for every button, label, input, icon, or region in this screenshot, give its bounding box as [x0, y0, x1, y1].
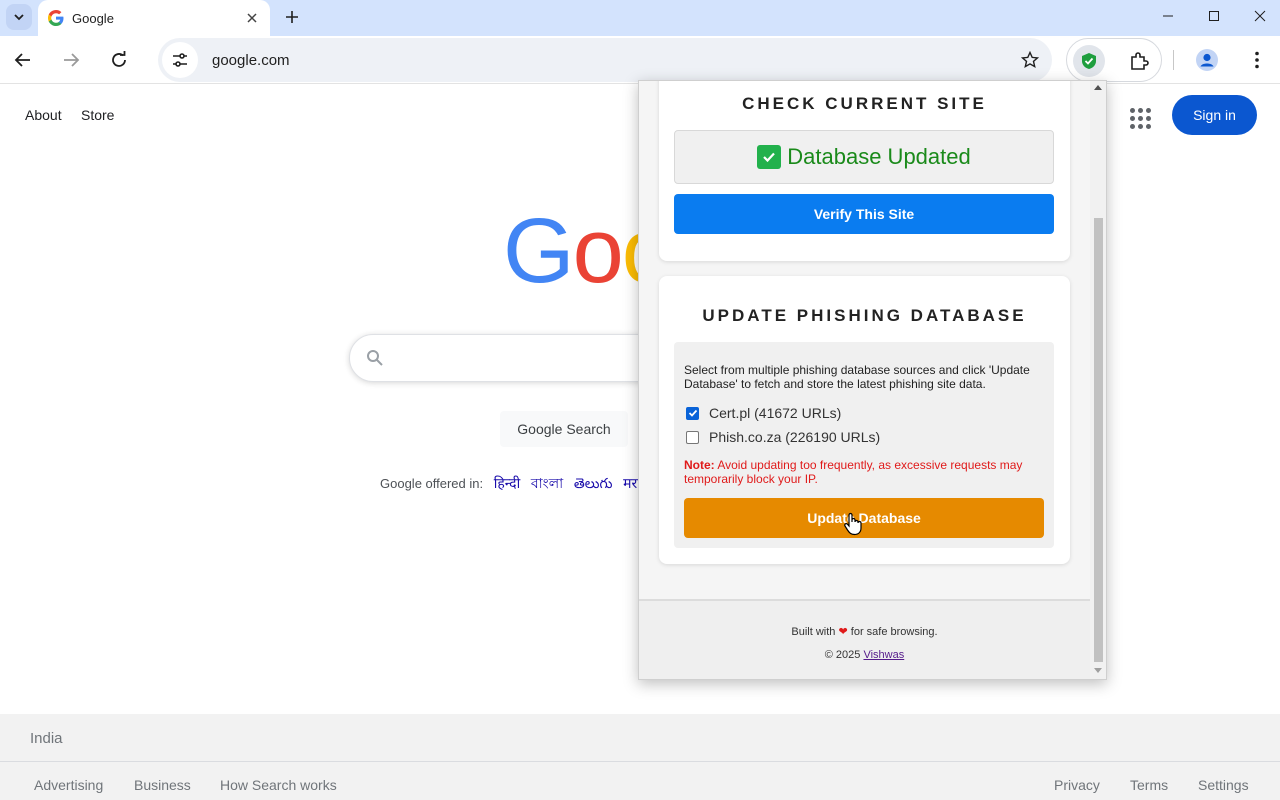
language-offer: Google offered in: हिन्दी বাংলা తెలుగు म…: [380, 472, 641, 496]
browser-menu-button[interactable]: [1241, 44, 1273, 76]
popup-footer: Built with ❤ for safe browsing. © 2025 V…: [639, 599, 1090, 679]
toolbar-divider: [1173, 50, 1174, 70]
extensions-button[interactable]: [1123, 45, 1155, 77]
more-vert-icon: [1255, 51, 1259, 69]
maximize-button[interactable]: [1191, 0, 1237, 32]
forward-button[interactable]: [55, 44, 87, 76]
maximize-icon: [1209, 11, 1219, 21]
browser-toolbar: google.com: [0, 36, 1280, 84]
new-tab-button[interactable]: [280, 5, 304, 29]
how-search-works-link[interactable]: How Search works: [220, 777, 337, 793]
update-database-title: UPDATE PHISHING DATABASE: [702, 306, 1027, 325]
puzzle-icon: [1131, 52, 1149, 70]
source-option-certpl[interactable]: Cert.pl (41672 URLs): [686, 405, 841, 421]
note-label: Note:: [684, 458, 715, 472]
rate-limit-note: Note: Avoid updating too frequently, as …: [684, 458, 1044, 486]
scroll-up-arrow-icon[interactable]: [1094, 85, 1102, 90]
advertising-link[interactable]: Advertising: [34, 777, 103, 793]
search-icon: [367, 350, 383, 366]
minimize-button[interactable]: [1145, 0, 1191, 32]
tab-search-button[interactable]: [6, 4, 32, 30]
update-database-card: UPDATE PHISHING DATABASE Select from mul…: [659, 276, 1070, 564]
close-icon: [1254, 10, 1266, 22]
close-window-button[interactable]: [1237, 0, 1280, 32]
google-apps-button[interactable]: [1124, 102, 1152, 130]
sign-in-button[interactable]: Sign in: [1172, 95, 1257, 135]
update-description: Select from multiple phishing database s…: [684, 363, 1030, 391]
business-link[interactable]: Business: [134, 777, 191, 793]
built-with-text: Built with ❤ for safe browsing.: [791, 626, 938, 638]
note-text: Avoid updating too frequently, as excess…: [684, 458, 1023, 486]
minimize-icon: [1163, 15, 1173, 17]
language-link-bengali[interactable]: বাংলা: [531, 475, 563, 491]
google-favicon-icon: [48, 10, 64, 26]
certpl-checkbox[interactable]: [686, 406, 699, 420]
address-bar[interactable]: google.com: [158, 38, 1052, 82]
phishing-extension-popup: CHECK CURRENT SITE Database Updated Veri…: [638, 80, 1107, 680]
update-database-button[interactable]: Update Database: [684, 498, 1044, 538]
phishcoza-checkbox[interactable]: [686, 430, 699, 444]
url-text[interactable]: google.com: [212, 52, 1014, 69]
about-link[interactable]: About: [25, 107, 62, 123]
shield-check-icon: [1082, 53, 1096, 69]
status-box: Database Updated: [674, 130, 1054, 184]
heart-icon: ❤: [838, 626, 848, 638]
profile-button[interactable]: [1191, 44, 1223, 76]
browser-tab[interactable]: Google: [38, 0, 270, 36]
verify-site-button[interactable]: Verify This Site: [674, 194, 1054, 234]
page-footer: India Advertising Business How Search wo…: [0, 714, 1280, 800]
copyright: © 2025 Vishwas: [824, 649, 905, 661]
check-site-title: CHECK CURRENT SITE: [742, 94, 987, 113]
google-search-button[interactable]: Google Search: [500, 411, 628, 447]
scroll-thumb[interactable]: [1094, 218, 1103, 662]
author-link[interactable]: Vishwas: [863, 649, 904, 661]
check-site-card: CHECK CURRENT SITE Database Updated Veri…: [659, 81, 1070, 261]
phishing-extension-button[interactable]: [1073, 45, 1105, 77]
footer-divider: [0, 761, 1280, 762]
tab-strip: Google: [0, 0, 1280, 36]
footer-country: India: [30, 730, 63, 747]
reload-icon: [112, 51, 126, 67]
source-option-phishcoza[interactable]: Phish.co.za (226190 URLs): [686, 429, 880, 445]
language-link-telugu[interactable]: తెలుగు: [574, 475, 613, 491]
arrow-left-icon: [14, 53, 30, 67]
bookmark-star-button[interactable]: [1014, 44, 1046, 76]
star-icon: [1021, 51, 1039, 69]
close-tab-icon[interactable]: [244, 10, 260, 26]
scroll-down-arrow-icon[interactable]: [1094, 668, 1102, 673]
language-link-hindi[interactable]: हिन्दी: [494, 475, 520, 491]
hand-cursor-icon: [844, 512, 862, 536]
privacy-link[interactable]: Privacy: [1054, 777, 1100, 793]
tab-title: Google: [72, 10, 114, 26]
site-info-button[interactable]: [162, 42, 198, 78]
offered-label: Google offered in:: [380, 476, 484, 491]
popup-scrollbar[interactable]: [1090, 81, 1106, 679]
store-link[interactable]: Store: [81, 107, 114, 123]
phishcoza-label: Phish.co.za (226190 URLs): [709, 429, 881, 445]
back-button[interactable]: [7, 44, 39, 76]
tune-icon: [173, 53, 187, 67]
arrow-right-icon: [64, 53, 80, 67]
reload-button[interactable]: [103, 44, 135, 76]
settings-link[interactable]: Settings: [1198, 777, 1249, 793]
status-text: Database Updated: [787, 144, 971, 169]
extensions-group: [1066, 38, 1162, 82]
terms-link[interactable]: Terms: [1130, 777, 1168, 793]
plus-icon: [286, 11, 298, 23]
checkbox-checked-icon: [757, 145, 782, 169]
apps-grid-icon: [1130, 108, 1135, 113]
avatar-icon: [1196, 49, 1218, 71]
chevron-down-icon: [14, 14, 24, 21]
update-panel: Select from multiple phishing database s…: [674, 342, 1054, 548]
certpl-label: Cert.pl (41672 URLs): [709, 405, 842, 421]
